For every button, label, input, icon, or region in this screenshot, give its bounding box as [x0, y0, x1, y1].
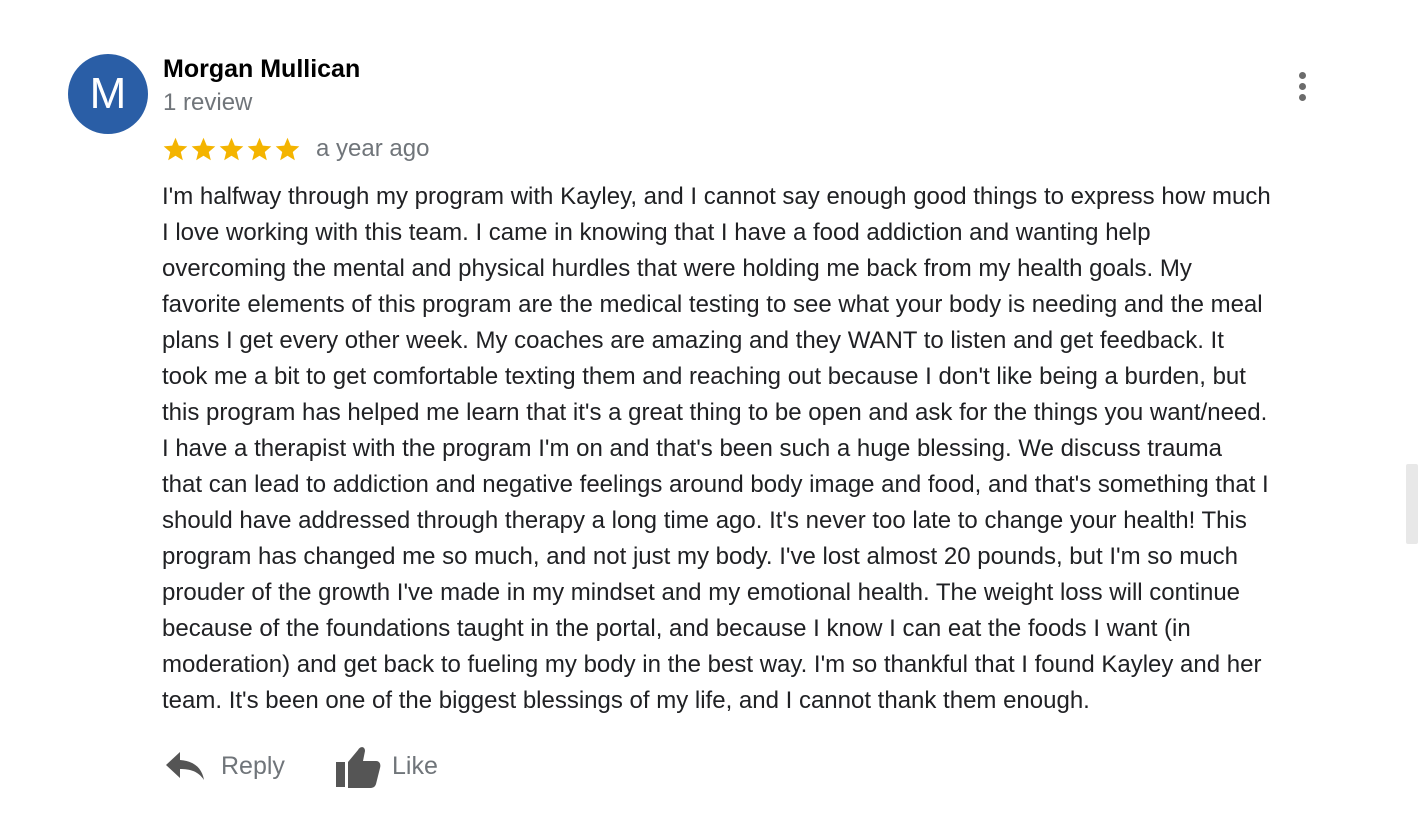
thumbs-up-icon: [336, 747, 381, 788]
reviewer-name[interactable]: Morgan Mullican: [163, 55, 360, 84]
rating-row: a year ago: [162, 134, 429, 164]
review-card: M Morgan Mullican 1 review a year ago I'…: [0, 0, 1418, 836]
review-count[interactable]: 1 review: [163, 89, 252, 117]
star-icon: [219, 137, 244, 160]
reply-arrow-icon: [166, 752, 204, 780]
star-icon: [247, 137, 272, 160]
like-button[interactable]: Like: [334, 738, 438, 794]
more-vertical-icon-dot: [1299, 83, 1306, 90]
more-vertical-icon: [1299, 72, 1306, 79]
reply-label: Reply: [221, 751, 285, 780]
avatar[interactable]: M: [68, 54, 148, 134]
more-options-button[interactable]: [1286, 68, 1318, 104]
scrollbar[interactable]: [1406, 464, 1418, 544]
reply-button[interactable]: Reply: [162, 738, 285, 794]
like-label: Like: [392, 751, 438, 780]
star-icon: [163, 137, 188, 160]
more-vertical-icon-dot: [1299, 94, 1306, 101]
star-icon: [275, 137, 300, 160]
review-date: a year ago: [316, 135, 430, 162]
star-rating: [162, 136, 302, 163]
star-icon: [191, 137, 216, 160]
review-text: I'm halfway through my program with Kayl…: [162, 183, 1271, 714]
